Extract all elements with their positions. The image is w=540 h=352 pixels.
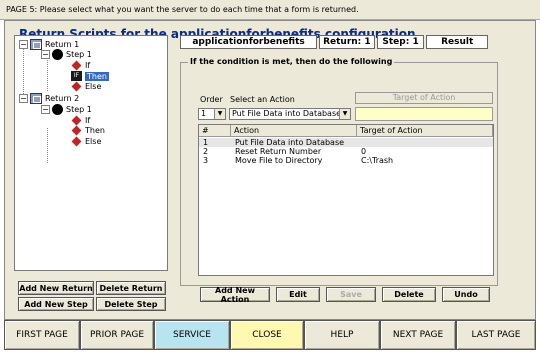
column-header: Target of Action (357, 125, 493, 137)
result-label: Result (426, 35, 488, 49)
service-button[interactable]: SERVICE (154, 320, 230, 350)
add-new-action-button[interactable]: Add New Action (200, 286, 270, 304)
condition-icon (71, 125, 82, 136)
next-page-button[interactable]: NEXT PAGE (380, 320, 456, 350)
dropdown-arrow-icon[interactable]: ▼ (214, 109, 225, 119)
add-new-return-button[interactable]: Add New Return (18, 281, 94, 295)
tree-node-then[interactable]: IF Then (71, 71, 109, 81)
tree-connector (47, 128, 48, 163)
tree-node-else[interactable]: Else (71, 81, 102, 92)
undo-button[interactable]: Undo (442, 287, 490, 302)
return-number: Return: 1 (319, 35, 375, 49)
tree-connector (47, 56, 48, 91)
tree-node-then[interactable]: Then (71, 125, 105, 136)
tree-node-return-2[interactable]: − Return 2 (19, 93, 79, 104)
order-select[interactable]: 1 ▼ (198, 108, 226, 120)
return-icon (30, 93, 42, 104)
order-value: 1 (201, 109, 207, 118)
tree-node-step-1[interactable]: − Step 1 (41, 104, 92, 115)
collapse-icon[interactable]: − (19, 40, 28, 49)
tree-node-if[interactable]: If (71, 115, 91, 126)
tree-node-label: Step 1 (66, 50, 92, 59)
delete-return-button[interactable]: Delete Return (96, 281, 166, 295)
step-number: Step: 1 (376, 35, 425, 49)
return-tree[interactable]: − Return 1 − Step 1 If IF Then Else − Re… (14, 35, 168, 271)
tree-node-label: If (85, 116, 91, 125)
row-target (357, 138, 493, 147)
tree-node-label: Step 1 (66, 105, 92, 114)
add-new-step-button[interactable]: Add New Step (18, 297, 94, 311)
column-header: # (199, 125, 231, 137)
select-action-label: Select an Action (230, 95, 295, 104)
row-number: 3 (203, 156, 209, 165)
table-header: # Action Target of Action (199, 125, 493, 137)
condition-group-title: If the condition is met, then do the fol… (188, 57, 395, 66)
first-page-button[interactable]: FIRST PAGE (4, 320, 80, 350)
help-button[interactable]: HELP (304, 320, 380, 350)
page-navigation: FIRST PAGE PRIOR PAGE SERVICE CLOSE HELP… (4, 320, 536, 350)
page-instruction: PAGE 5: Please select what you want the … (0, 0, 540, 20)
tree-node-label: Return 2 (45, 94, 80, 103)
action-table[interactable]: # Action Target of Action 1 Put File Dat… (198, 124, 494, 276)
row-target: C:\Trash (361, 156, 394, 165)
last-page-button[interactable]: LAST PAGE (456, 320, 536, 350)
target-of-action-header: Target of Action (355, 92, 493, 104)
script-header: applicationforbenefits Return: 1 Step: 1… (180, 35, 490, 49)
tree-node-label: Return 1 (45, 40, 80, 49)
table-row[interactable]: 3 Move File to Directory C:\Trash (199, 156, 493, 165)
collapse-icon[interactable]: − (41, 50, 50, 59)
tree-node-label: Else (85, 82, 102, 91)
dropdown-arrow-icon[interactable]: ▼ (339, 109, 350, 119)
row-action: Put File Data into Database (235, 138, 345, 147)
collapse-icon[interactable]: − (19, 94, 28, 103)
edit-button[interactable]: Edit (276, 287, 320, 302)
row-number: 1 (203, 138, 209, 147)
table-row[interactable]: 2 Reset Return Number 0 (199, 147, 493, 156)
tree-node-step-1[interactable]: − Step 1 (41, 49, 92, 60)
tree-node-else[interactable]: Else (71, 136, 102, 147)
config-name: applicationforbenefits (180, 35, 318, 49)
row-number: 2 (203, 147, 209, 156)
step-icon (52, 104, 63, 115)
order-label: Order (200, 95, 223, 104)
row-action: Reset Return Number (235, 147, 322, 156)
action-select[interactable]: Put File Data into Database ▼ (229, 108, 351, 120)
delete-button[interactable]: Delete (382, 287, 436, 302)
column-header: Action (231, 125, 357, 137)
condition-icon (71, 115, 82, 126)
condition-icon (71, 136, 82, 147)
collapse-icon[interactable]: − (41, 105, 50, 114)
row-action: Move File to Directory (235, 156, 323, 165)
tree-node-label: If (85, 61, 91, 70)
action-value: Put File Data into Database (232, 109, 342, 118)
delete-step-button[interactable]: Delete Step (96, 297, 166, 311)
tree-node-label-selected: Then (85, 71, 109, 81)
condition-icon (71, 60, 82, 71)
close-button[interactable]: CLOSE (230, 320, 304, 350)
save-button[interactable]: Save (326, 287, 376, 302)
table-row[interactable]: 1 Put File Data into Database (199, 138, 493, 147)
step-icon (52, 49, 63, 60)
prior-page-button[interactable]: PRIOR PAGE (80, 320, 154, 350)
tree-node-if[interactable]: If (71, 60, 91, 71)
tree-node-label: Else (85, 137, 102, 146)
row-target: 0 (361, 147, 367, 156)
then-icon: IF (71, 71, 82, 81)
target-of-action-input[interactable] (355, 107, 493, 121)
condition-icon (71, 81, 82, 92)
tree-node-label: Then (85, 126, 105, 135)
